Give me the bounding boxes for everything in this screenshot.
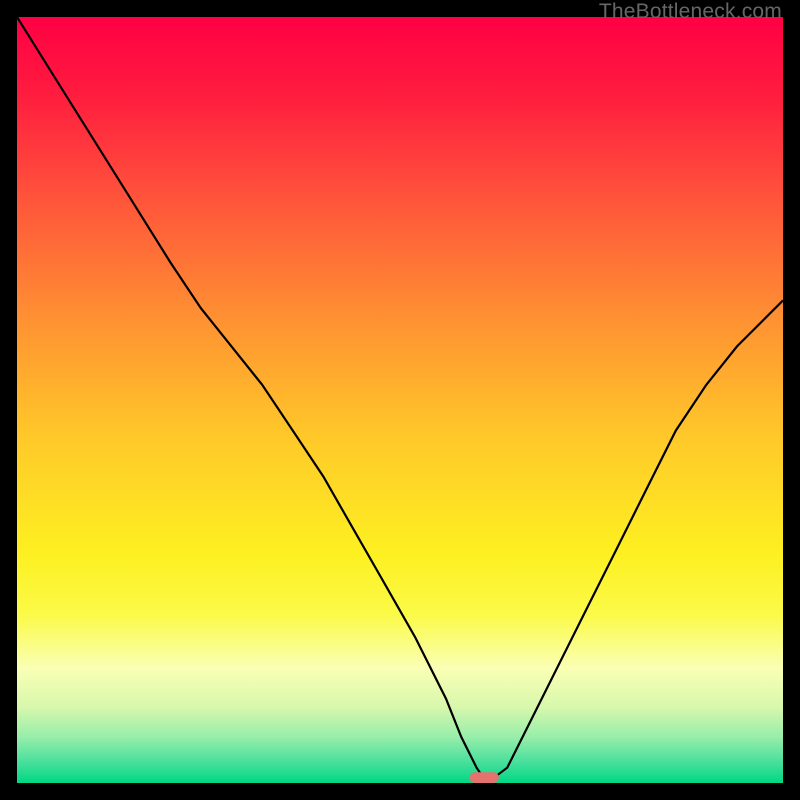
chart-plot-area: [17, 17, 783, 783]
watermark-text: TheBottleneck.com: [599, 0, 782, 24]
optimal-marker: [470, 772, 499, 783]
gradient-background: [17, 17, 783, 783]
chart-canvas: [17, 17, 783, 783]
